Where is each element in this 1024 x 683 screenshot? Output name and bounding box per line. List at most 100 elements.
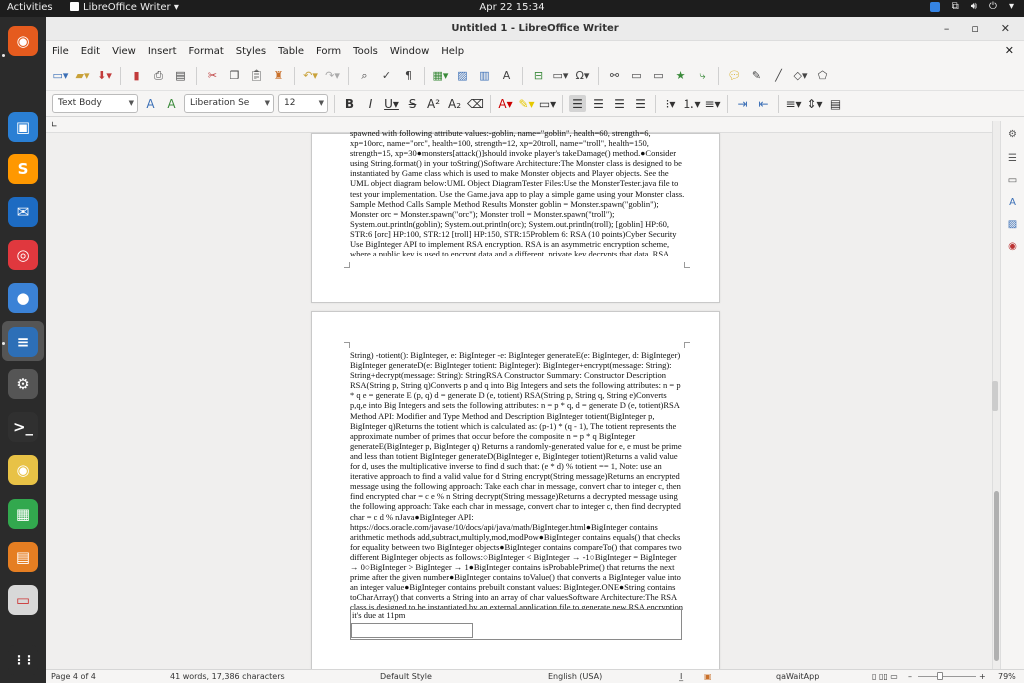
page-count[interactable]: Page 4 of 4 <box>51 672 96 681</box>
insert-field-icon[interactable]: ▭▾ <box>552 67 569 84</box>
insert-page-break-icon[interactable]: ⊟ <box>530 67 547 84</box>
document-modified-icon[interactable]: ▣ <box>704 672 712 681</box>
menu-help[interactable]: Help <box>441 46 464 57</box>
clone-formatting-icon[interactable]: ♜ <box>270 67 287 84</box>
save-icon[interactable]: ⬇▾ <box>96 67 113 84</box>
hyperlink-icon[interactable]: ⚯ <box>606 67 623 84</box>
sidebar-collapse-handle[interactable] <box>992 381 998 411</box>
comment-icon[interactable]: 💬︎ <box>726 67 743 84</box>
clear-formatting-icon[interactable]: ⌫ <box>467 95 484 112</box>
superscript-icon[interactable]: A² <box>425 95 442 112</box>
terminal-icon[interactable]: >_ <box>8 412 38 442</box>
zoom-level[interactable]: 79% <box>998 672 1016 681</box>
numbered-list-icon[interactable]: ⒈▾ <box>682 95 700 112</box>
print-icon[interactable]: ⎙ <box>150 67 167 84</box>
menu-view[interactable]: View <box>112 46 136 57</box>
line-spacing-icon[interactable]: ≡▾ <box>785 95 802 112</box>
navigator-icon[interactable]: ◉ <box>1005 239 1020 254</box>
sidebar-menu-gear-icon[interactable]: ⚙ <box>1005 127 1020 142</box>
bullet-list-icon[interactable]: ⁝▾ <box>662 95 679 112</box>
show-draw-functions-icon[interactable]: ⬠ <box>814 67 831 84</box>
cut-icon[interactable]: ✂ <box>204 67 221 84</box>
highlight-color-icon[interactable]: ✎▾ <box>518 95 535 112</box>
sublime-text-icon[interactable]: S <box>8 154 38 184</box>
align-right-icon[interactable]: ☰ <box>611 95 628 112</box>
align-center-icon[interactable]: ☰ <box>590 95 607 112</box>
bookmark-icon[interactable]: ★ <box>672 67 689 84</box>
impress-icon[interactable]: ▤ <box>8 542 38 572</box>
tab-stop-icon[interactable]: ∟ <box>51 121 58 129</box>
export-pdf-icon[interactable]: ▮ <box>128 67 145 84</box>
line-icon[interactable]: ╱ <box>770 67 787 84</box>
increase-indent-icon[interactable]: ⇥ <box>734 95 751 112</box>
find-replace-icon[interactable]: ⌕ <box>356 67 373 84</box>
page-icon[interactable]: ▭ <box>1005 173 1020 188</box>
text-language[interactable]: English (USA) <box>548 672 602 681</box>
justify-icon[interactable]: ☰ <box>632 95 649 112</box>
menu-window[interactable]: Window <box>390 46 429 57</box>
decrease-indent-icon[interactable]: ⇤ <box>755 95 772 112</box>
redo-icon[interactable]: ↷▾ <box>324 67 341 84</box>
page-4-text[interactable]: String) -totient(): BigInteger, e: BigIn… <box>350 350 685 614</box>
insert-textbox-icon[interactable]: A <box>498 67 515 84</box>
chromium-icon[interactable]: ● <box>8 283 38 313</box>
strikethrough-icon[interactable]: S <box>404 95 421 112</box>
paragraph-dialog-icon[interactable]: ▤ <box>827 95 844 112</box>
title-bar[interactable]: Untitled 1 - LibreOffice Writer – ▫ ✕ <box>46 17 1024 41</box>
basic-shapes-icon[interactable]: ◇▾ <box>792 67 809 84</box>
digital-signature[interactable]: qaWaitApp <box>776 672 819 681</box>
undo-icon[interactable]: ↶▾ <box>302 67 319 84</box>
word-count[interactable]: 41 words, 17,386 characters <box>170 672 285 681</box>
inner-text-frame[interactable] <box>351 623 473 638</box>
document-workspace[interactable]: ∟ spawned with following attribute value… <box>46 121 992 669</box>
zoom-slider-track[interactable] <box>918 676 976 677</box>
paste-icon[interactable]: 📋︎ <box>248 67 265 84</box>
paragraph-spacing-icon[interactable]: ⇕▾ <box>806 95 823 112</box>
track-changes-icon[interactable]: ✎ <box>748 67 765 84</box>
zoom-slider-handle[interactable] <box>937 672 943 680</box>
document-viewer-icon[interactable]: ▭ <box>8 585 38 615</box>
page-style[interactable]: Default Style <box>380 672 432 681</box>
update-style-icon[interactable]: A <box>142 95 159 112</box>
software-center-icon[interactable]: ▣ <box>8 112 38 142</box>
minimize-icon[interactable]: – <box>944 17 950 41</box>
styles-icon[interactable]: A <box>1005 195 1020 210</box>
menu-file[interactable]: File <box>52 46 69 57</box>
character-shading-icon[interactable]: ▭▾ <box>539 95 556 112</box>
system-tray[interactable]: ⧉ 🔊︎ ⏻ ▾ <box>929 1 1014 12</box>
menu-tools[interactable]: Tools <box>353 46 378 57</box>
frame-text[interactable]: it's due at 11pm <box>352 610 552 620</box>
zoom-out-icon[interactable]: – <box>908 672 912 681</box>
new-document-icon[interactable]: ▭▾ <box>52 67 69 84</box>
print-preview-icon[interactable]: ▤ <box>172 67 189 84</box>
copy-icon[interactable]: ❐ <box>226 67 243 84</box>
menu-table[interactable]: Table <box>278 46 304 57</box>
menu-format[interactable]: Format <box>189 46 224 57</box>
insert-image-icon[interactable]: ▨ <box>454 67 471 84</box>
close-icon[interactable]: ✕ <box>1001 17 1010 41</box>
help-lifebuoy-icon[interactable]: ◎ <box>8 240 38 270</box>
formatting-marks-icon[interactable]: ¶ <box>400 67 417 84</box>
menu-edit[interactable]: Edit <box>81 46 100 57</box>
insert-chart-icon[interactable]: ▥ <box>476 67 493 84</box>
close-document-icon[interactable]: ✕ <box>1005 44 1014 57</box>
italic-icon[interactable]: I <box>362 95 379 112</box>
insert-table-icon[interactable]: ▦▾ <box>432 67 449 84</box>
properties-icon[interactable]: ☰ <box>1005 151 1020 166</box>
outline-list-icon[interactable]: ≡▾ <box>704 95 721 112</box>
view-layout-icons[interactable]: ▯ ▯▯ ▭ <box>872 672 898 681</box>
text-frame[interactable]: it's due at 11pm <box>350 609 682 640</box>
cross-reference-icon[interactable]: ⤷ <box>694 67 711 84</box>
scrollbar-thumb[interactable] <box>994 491 999 661</box>
writer-icon[interactable]: ≡ <box>8 327 38 357</box>
underline-icon[interactable]: U▾ <box>383 95 400 112</box>
open-folder-icon[interactable]: ▰▾ <box>74 67 91 84</box>
page-4[interactable]: String) -totient(): BigInteger, e: BigIn… <box>311 311 720 669</box>
zoom-in-icon[interactable]: + <box>979 672 986 681</box>
font-color-icon[interactable]: A▾ <box>497 95 514 112</box>
menu-insert[interactable]: Insert <box>148 46 177 57</box>
menu-styles[interactable]: Styles <box>236 46 266 57</box>
endnote-icon[interactable]: ▭ <box>650 67 667 84</box>
thunderbird-icon[interactable]: ✉ <box>8 197 38 227</box>
paragraph-style-select[interactable]: Text Body ▼ <box>52 94 138 113</box>
